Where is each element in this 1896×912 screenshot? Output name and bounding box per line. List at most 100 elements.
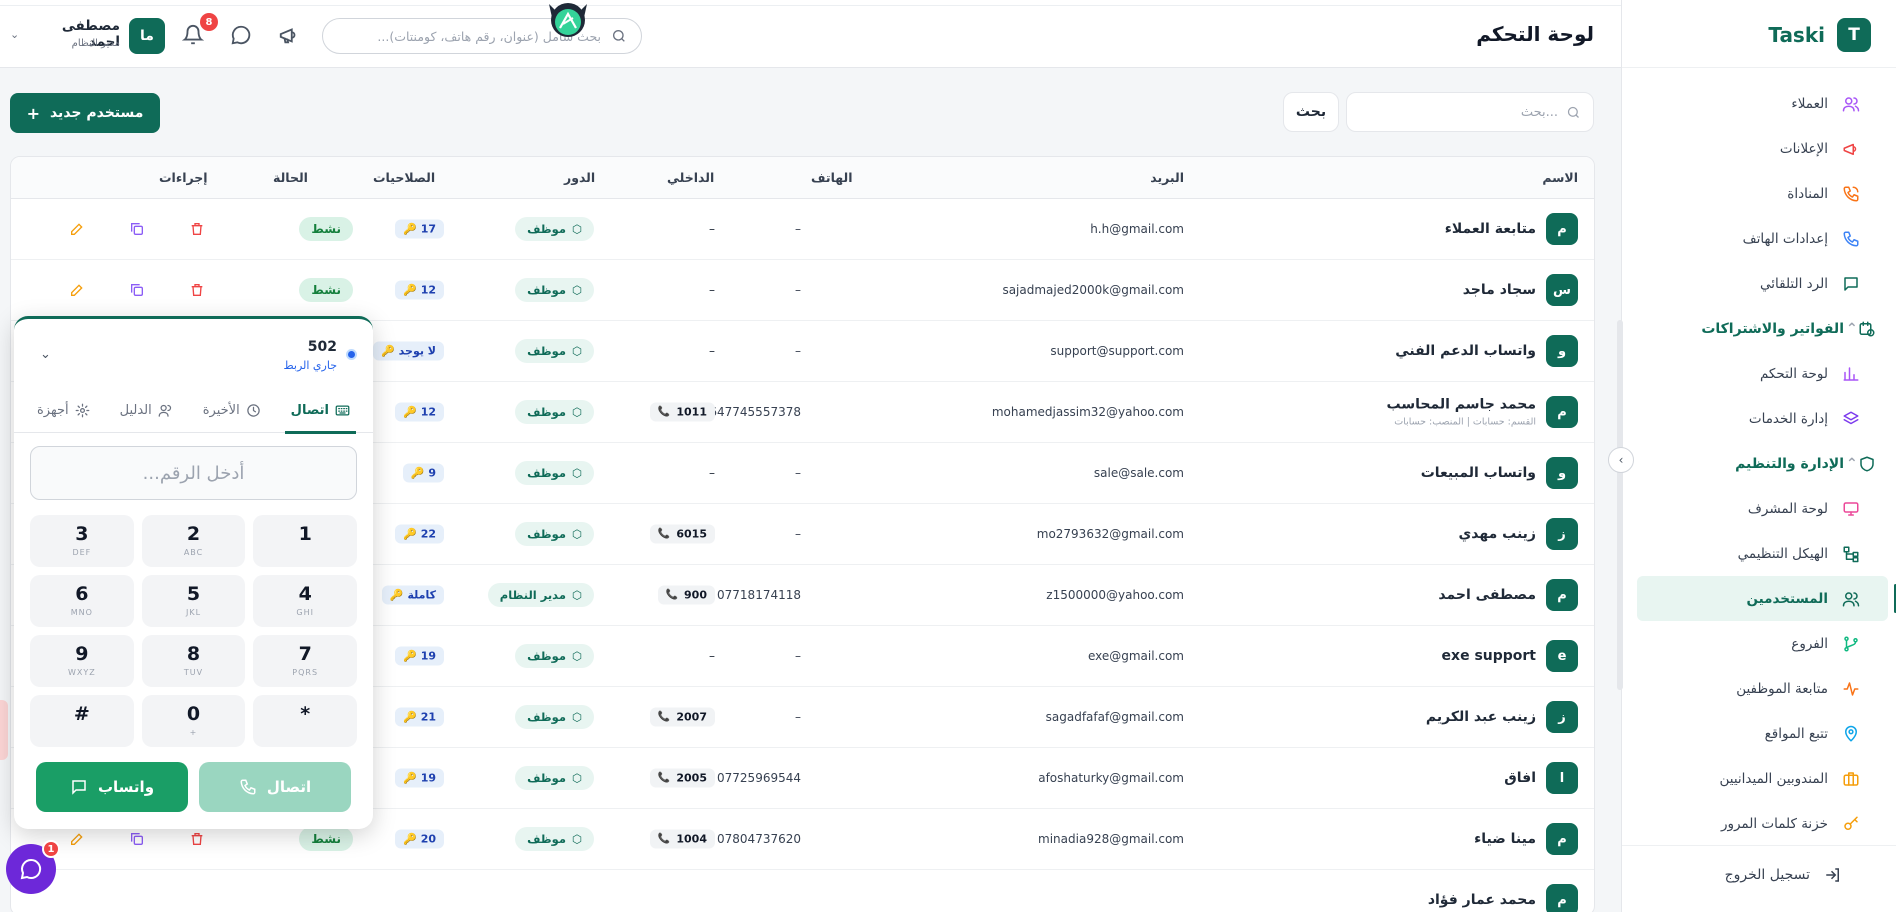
global-search-input[interactable]: بحث شامل (عنوان، رقم هاتف، كومنتات)... [322,18,642,54]
permissions-badge[interactable]: 🔑 20 [394,829,444,849]
header-perms[interactable]: الصلاحيات [373,170,435,185]
copy-icon[interactable] [129,221,145,237]
ext-pill[interactable]: 📞 900 [657,585,715,605]
sidebar-item-11[interactable]: المستخدمين [1637,576,1896,621]
ext-pill[interactable]: 📞 2005 [649,768,715,788]
scrollbar[interactable] [1617,320,1623,690]
table-header: الاسم البريد الهاتف الداخلي الدور الصلاح… [11,157,1594,199]
dialer-tab-0[interactable]: اتصال [284,389,357,434]
ext-pill[interactable]: 📞 6015 [649,524,715,544]
copy-icon[interactable] [129,282,145,298]
header-role[interactable]: الدور [564,170,595,185]
sidebar-item-8[interactable]: الإدارة والتنظيم ⌃ [1621,441,1896,486]
megaphone-icon[interactable] [278,24,300,46]
dial-key-letters: + [189,728,198,737]
table-row[interactable]: م محمد عمار فؤاد [11,870,1594,912]
permissions-badge[interactable]: 🔑 9 [402,463,444,483]
sidebar-item-2[interactable]: المناداة [1621,171,1896,216]
sidebar-item-9[interactable]: لوحة المشرف [1621,486,1896,531]
dial-key[interactable]: 4 GHI [253,575,357,627]
permissions-badge[interactable]: 🔑 19 [394,768,444,788]
dialer-tab-1[interactable]: الأخيرة [197,389,267,433]
chevron-down-icon[interactable]: ⌄ [40,347,51,362]
dial-key[interactable]: 5 JKL [141,575,246,627]
ext-pill[interactable]: 📞 1004 [649,829,715,849]
bell-icon[interactable] [182,24,204,46]
new-user-button[interactable]: مستخدم جديد + [10,93,160,133]
divider [1622,67,1896,68]
status-badge[interactable]: نشط [299,217,353,241]
sidebar-item-0[interactable]: العملاء [1621,81,1896,126]
trash-icon[interactable] [189,221,205,237]
permissions-badge[interactable]: 🔑 كاملة [381,585,444,605]
permissions-badge[interactable]: 🔑 19 [394,646,444,666]
sidebar-item-6[interactable]: لوحة التحكم [1621,351,1896,396]
edit-icon[interactable] [69,282,85,298]
dial-key[interactable]: 3 DEF [30,515,134,567]
header-email[interactable]: البريد [1150,170,1184,185]
ext-pill[interactable]: 📞 1011 [649,402,715,422]
sidebar-item-14[interactable]: تتبع المواقع [1621,711,1896,756]
sidebar-item-15[interactable]: المندوبين الميدانيين [1621,756,1896,801]
search-button[interactable]: بحث [1283,92,1339,132]
dial-key[interactable]: 9 WXYZ [30,635,134,687]
permissions-badge[interactable]: 🔑 12 [394,280,444,300]
trash-icon[interactable] [189,831,205,847]
logout-button[interactable]: تسجيل الخروج [1725,866,1842,884]
call-label: اتصال [266,778,312,796]
table-row[interactable]: م متابعة العملاء h.h@gmail.com – – ⬡ موظف 🔑 17 نش… [11,199,1594,260]
email-cell: sajadmajed2000k@gmail.com [1002,283,1184,297]
permissions-badge[interactable]: 🔑 22 [394,524,444,544]
copy-icon[interactable] [129,831,145,847]
header-phone[interactable]: الهاتف [811,170,853,185]
dial-key[interactable]: # [30,695,134,747]
table-row[interactable]: س سجاد ماجد sajadmajed2000k@gmail.com – – ⬡ مو… [11,260,1594,321]
permissions-badge[interactable]: 🔑 لا يوجد [372,341,444,361]
chevron-up-icon[interactable]: ⌃ [1846,321,1858,337]
sidebar-collapse-button[interactable]: ‹ [1608,447,1634,473]
permissions-badge[interactable]: 🔑 21 [394,707,444,727]
sidebar-item-10[interactable]: الهيكل التنظيمي [1621,531,1896,576]
trash-icon[interactable] [189,282,205,298]
header-status[interactable]: الحالة [273,170,308,185]
dialer-tab-3[interactable]: أجهزة [31,389,96,433]
sidebar-item-4[interactable]: الرد التلقائي [1621,261,1896,306]
permissions-badge[interactable]: 🔑 17 [394,219,444,239]
user-avatar[interactable]: ما [129,18,165,54]
chat-bubble-icon[interactable] [230,24,252,46]
sidebar-item-5[interactable]: الفواتير والاشتراكات ⌃ [1621,306,1896,351]
dial-key[interactable]: 2 ABC [141,515,246,567]
sidebar-item-7[interactable]: إدارة الخدمات [1621,396,1896,441]
sidebar-item-3[interactable]: إعدادات الهاتف [1621,216,1896,261]
chevron-down-icon[interactable]: ⌄ [10,28,19,41]
sidebar-item-13[interactable]: متابعة الموظفين [1621,666,1896,711]
logout-label: تسجيل الخروج [1724,867,1810,883]
dial-number-input[interactable]: أدخل الرقم... [30,446,357,500]
key-icon: 🔑 [402,283,417,297]
dial-key[interactable]: 6 MNO [30,575,134,627]
sidebar-item-1[interactable]: الإعلانات [1621,126,1896,171]
brand[interactable]: T Taski [1768,18,1871,52]
call-button[interactable]: اتصال [199,762,351,812]
dialer-tab-2[interactable]: الدليل [114,389,179,433]
edit-icon[interactable] [69,221,85,237]
dial-key[interactable]: 7 PQRS [253,635,357,687]
status-badge[interactable]: نشط [299,827,353,851]
chevron-up-icon[interactable]: ⌃ [1846,456,1858,472]
status-badge[interactable]: نشط [299,278,353,302]
support-chat-button[interactable]: 1 [6,840,60,894]
users-search-input[interactable]: بحث... [1346,92,1594,132]
header-ext[interactable]: الداخلي [667,170,714,185]
dial-key[interactable]: 1 [253,515,357,567]
edit-icon[interactable] [69,831,85,847]
ext-pill[interactable]: 📞 2007 [649,707,715,727]
permissions-badge[interactable]: 🔑 12 [394,402,444,422]
dial-key[interactable]: * [253,695,357,747]
sidebar-item-16[interactable]: خزنة كلمات المرور [1621,801,1896,846]
whatsapp-button[interactable]: واتساب [36,762,188,812]
sidebar-item-12[interactable]: الفروع [1621,621,1896,666]
user-name-cell: واتساب المبيعات [1421,465,1536,481]
dial-key[interactable]: 0 + [141,695,246,747]
header-name[interactable]: الاسم [1542,170,1578,185]
dial-key[interactable]: 8 TUV [141,635,246,687]
